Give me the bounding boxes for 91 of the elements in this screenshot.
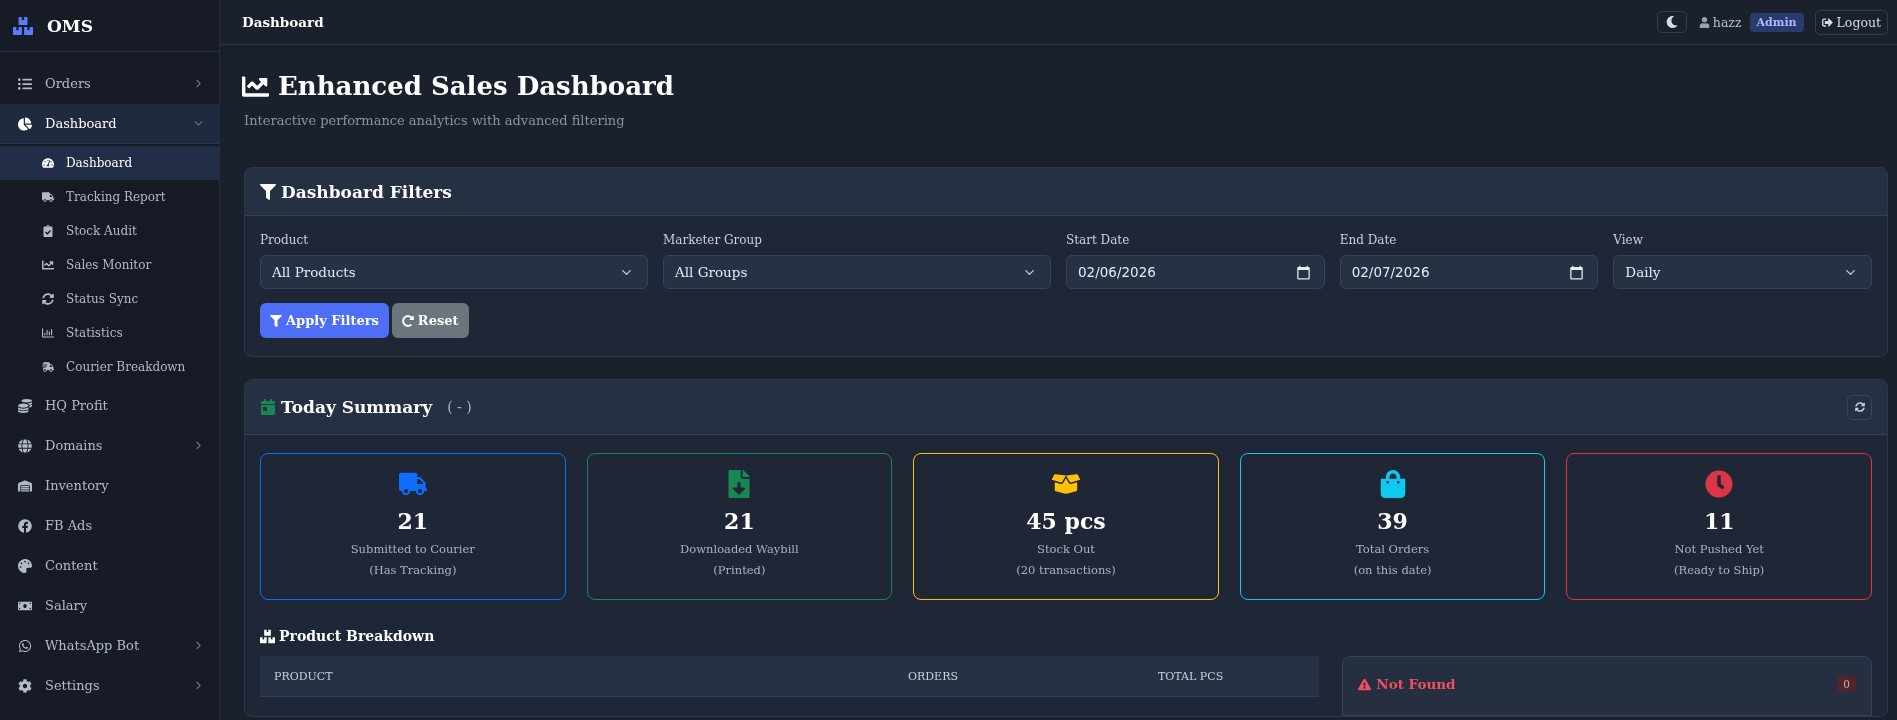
field-label: End Date [1339,233,1398,247]
fast-truck-icon [42,361,54,373]
page-subtitle: Interactive performance analytics with advanced filtering [244,112,626,130]
stat-label: Not Pushed Yet [1674,541,1764,557]
refresh-button[interactable] [1847,394,1872,420]
filter-icon [260,183,276,200]
stat-value: 21 [724,507,755,535]
globe-icon [18,438,32,453]
coins-icon [18,398,32,413]
user-name: hazz [1712,14,1742,30]
calendar-icon [260,399,276,415]
reset-button[interactable]: Reset [391,303,469,338]
sidebar-item[interactable]: Domains [0,426,219,466]
card-title: Dashboard Filters [281,181,452,202]
stat-note: (Printed) [713,562,766,578]
calendar-icon [1295,264,1311,280]
stat-value: 45 pcs [1026,507,1106,535]
sidebar-item[interactable]: HQ Profit [0,386,219,426]
logout-icon [1821,16,1833,28]
moon-icon [1665,16,1678,28]
stat-note: (20 transactions) [1016,562,1116,578]
sidebar-item[interactable]: WhatsApp Bot [0,626,219,666]
boxes-icon [13,15,33,36]
submenu-item[interactable]: Dashboard [0,146,219,180]
calendar-icon [1569,264,1585,280]
stat-value: 11 [1703,507,1735,535]
stat-label: Downloaded Waybill [680,541,799,557]
sidebar-item[interactable]: Dashboard [0,104,219,144]
bar-chart-icon [42,327,54,339]
sync-icon [42,293,54,305]
stat-label: Total Orders [1356,541,1430,557]
reset-icon [401,314,414,327]
panel-title: Not Found [1376,676,1456,692]
warehouse-icon [18,478,32,493]
field-label: Marketer Group [663,233,763,247]
submenu-item[interactable]: Tracking Report [0,180,219,214]
stat-label: Stock Out [1037,541,1095,557]
pie-chart-icon [18,116,32,131]
submenu-item[interactable]: Statistics [0,316,219,350]
summary-date: ( - ) [447,399,472,415]
clipboard-check-icon [42,225,54,237]
settings-icon [18,678,32,693]
warning-icon [1358,677,1372,691]
role-badge: Admin [1749,12,1804,32]
card-title: Today Summary [281,397,433,417]
filter-icon [270,314,282,327]
sidebar-item[interactable]: Orders [0,64,219,104]
stat-note: (on this date) [1353,562,1432,578]
page-heading: Enhanced Sales Dashboard [278,71,674,101]
facebook-icon [18,518,32,533]
stat-note: (Has Tracking) [369,562,457,578]
date-field[interactable]: 02/07/2026 [1339,255,1599,289]
stat-note: (Ready to Ship) [1674,562,1765,578]
count-badge: 0 [1837,676,1856,692]
sidebar-item[interactable]: FB Ads [0,506,219,546]
sidebar-item[interactable]: Inventory [0,466,219,506]
whatsapp-icon [18,638,32,653]
field-label: Product [260,233,309,247]
column-header: TOTAL PCS [1157,668,1225,685]
sidebar-item[interactable]: Salary [0,586,219,626]
submenu-item[interactable]: Stock Audit [0,214,219,248]
column-header: ORDERS [907,668,959,685]
submenu-item[interactable]: Sales Monitor [0,248,219,282]
field-label: View [1613,233,1644,247]
truck-icon [42,191,54,203]
select-field[interactable]: All Products [260,255,648,289]
user-icon [1698,16,1710,28]
brand-name: OMS [47,15,93,36]
stat-value: 39 [1377,507,1408,535]
stat-label: Submitted to Courier [350,541,475,557]
line-chart-icon [42,259,54,271]
field-label: Start Date [1066,233,1131,247]
select-field[interactable]: Daily [1613,255,1872,289]
palette-icon [18,558,32,573]
page-title: Dashboard [242,14,324,30]
submenu-item[interactable]: Status Sync [0,282,219,316]
column-header: PRODUCT [273,668,334,685]
gauge-icon [42,157,54,169]
section-title: Product Breakdown [279,628,435,644]
logout-button[interactable]: Logout [1814,9,1888,35]
submenu-item[interactable]: Courier Breakdown [0,350,219,384]
list-icon [18,76,32,91]
apply-filters-button[interactable]: Apply Filters [260,303,389,338]
stat-value: 21 [397,507,429,535]
sidebar-item[interactable]: Settings [0,666,219,706]
theme-toggle-button[interactable] [1656,11,1687,33]
date-field[interactable]: 02/06/2026 [1066,255,1325,289]
refresh-icon [1854,402,1865,412]
select-field[interactable]: All Groups [663,255,1051,289]
boxes-icon [260,628,275,644]
sidebar-item[interactable]: Content [0,546,219,586]
